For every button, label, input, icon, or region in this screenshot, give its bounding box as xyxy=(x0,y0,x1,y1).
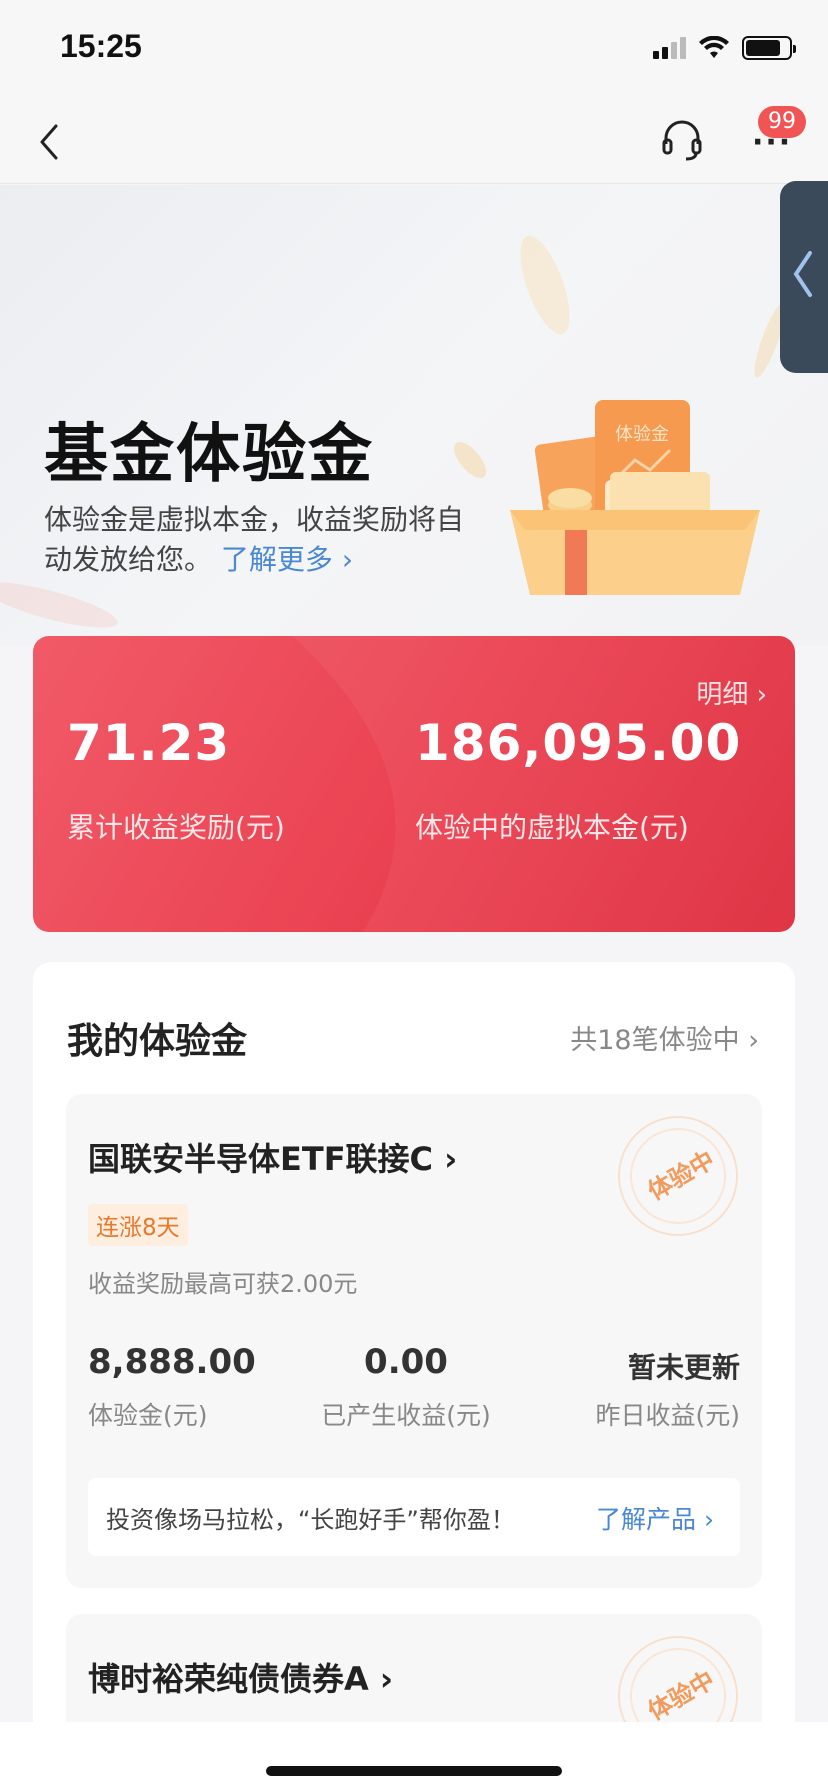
page-title: 基金体验金 xyxy=(44,418,374,492)
fund-reward-note: 收益奖励最高可获2.00元 xyxy=(88,1270,358,1298)
learn-product-link[interactable]: 了解产品 › xyxy=(596,1500,714,1536)
fund-promo-banner[interactable]: 投资像场马拉松，“长跑好手”帮你盈！ 了解产品 › xyxy=(88,1478,740,1556)
virtual-principal-label: 体验中的虚拟本金(元) xyxy=(415,811,689,844)
home-indicator[interactable] xyxy=(266,1766,562,1776)
home-indicator-area xyxy=(0,1722,828,1792)
total-reward-label: 累计收益奖励(元) xyxy=(67,811,285,844)
virtual-principal-value: 186,095.00 xyxy=(415,714,742,772)
detail-link[interactable]: 明细 › xyxy=(696,674,767,711)
trial-amount-value: 8,888.00 xyxy=(88,1342,256,1382)
card-decor xyxy=(293,636,795,932)
battery-icon xyxy=(742,36,796,60)
status-time: 15:25 xyxy=(60,28,142,64)
back-button[interactable] xyxy=(30,120,74,164)
cellular-signal-icon xyxy=(653,37,686,59)
notification-badge: 99 xyxy=(758,106,806,138)
side-collapse-tab[interactable] xyxy=(780,181,828,373)
my-trial-funds-section: 我的体验金 共18笔体验中 › 国联安半导体ETF联接C › 连涨8天 收益奖励… xyxy=(33,962,795,1792)
status-icons xyxy=(653,36,796,60)
nav-bar: ··· 99 xyxy=(0,100,828,184)
hero-description: 体验金是虚拟本金，收益奖励将自动发放给您。 了解更多 › xyxy=(44,500,484,580)
headset-icon xyxy=(662,120,702,161)
earned-value: 0.00 xyxy=(364,1342,448,1382)
trial-amount-label: 体验金(元) xyxy=(88,1401,208,1430)
status-bar: 15:25 xyxy=(0,0,828,100)
more-menu-button[interactable]: ··· 99 xyxy=(746,106,806,164)
fund-tag: 连涨8天 xyxy=(88,1204,188,1246)
fund-name[interactable]: 国联安半导体ETF联接C › xyxy=(88,1134,457,1180)
promo-message: 投资像场马拉松，“长跑好手”帮你盈！ xyxy=(106,1506,515,1534)
illustration-label: 体验金 xyxy=(615,424,669,445)
learn-more-link[interactable]: 了解更多 › xyxy=(221,543,353,576)
earned-label: 已产生收益(元) xyxy=(321,1401,491,1430)
chevron-left-icon xyxy=(40,124,58,160)
chevron-left-icon xyxy=(793,251,812,297)
earnings-summary-card: 明细 › 71.23 累计收益奖励(元) 186,095.00 体验中的虚拟本金… xyxy=(33,636,795,932)
fund-card[interactable]: 国联安半导体ETF联接C › 连涨8天 收益奖励最高可获2.00元 体验中 8,… xyxy=(66,1094,762,1588)
trial-count-link[interactable]: 共18笔体验中 › xyxy=(570,1018,759,1057)
hero-banner: 基金体验金 体验金是虚拟本金，收益奖励将自动发放给您。 了解更多 › 体验金 xyxy=(0,185,828,645)
section-title: 我的体验金 xyxy=(67,1021,248,1062)
in-trial-stamp: 体验中 xyxy=(618,1116,738,1236)
more-dots-icon: ··· xyxy=(752,125,793,160)
fund-name[interactable]: 博时裕荣纯债债券A › xyxy=(88,1654,393,1700)
wifi-icon xyxy=(699,36,729,58)
customer-service-button[interactable] xyxy=(660,118,704,162)
yesterday-value: 暂未更新 xyxy=(627,1351,740,1384)
yesterday-label: 昨日收益(元) xyxy=(595,1401,740,1430)
gift-box-illustration: 体验金 xyxy=(510,400,760,595)
total-reward-value: 71.23 xyxy=(67,714,231,772)
